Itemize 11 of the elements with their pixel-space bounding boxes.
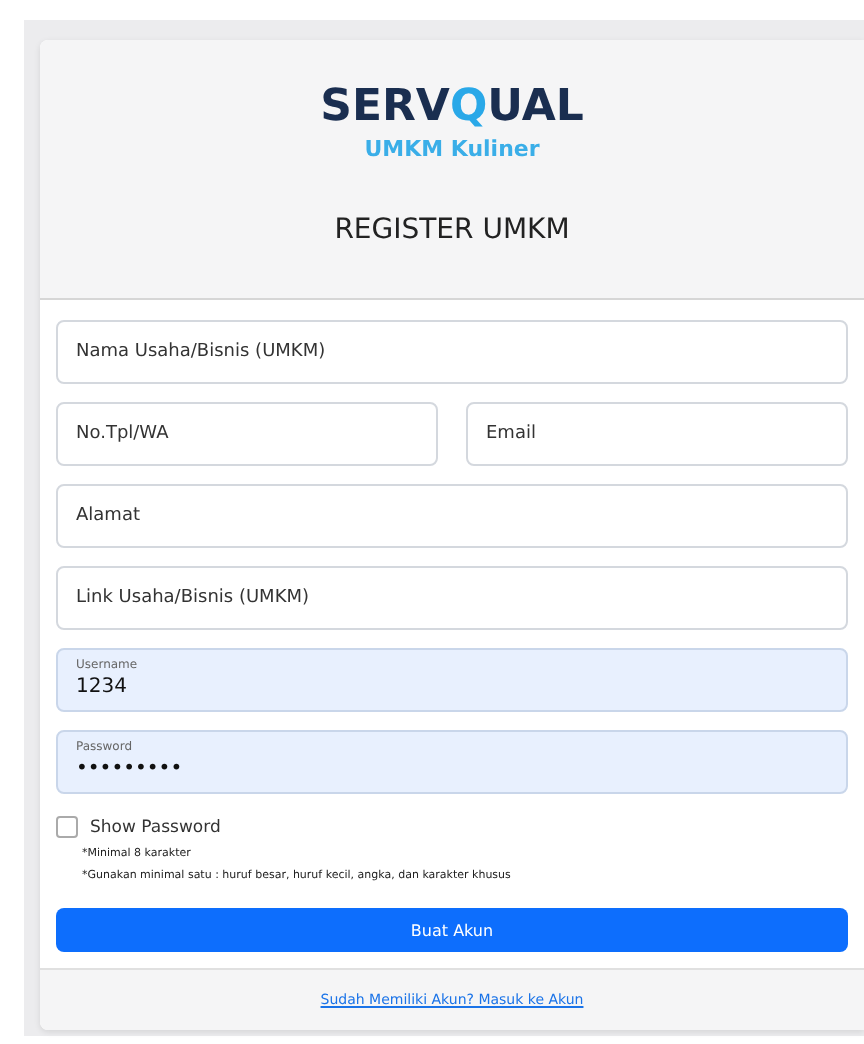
logo-subtitle: UMKM Kuliner: [364, 136, 540, 162]
input-field[interactable]: Email: [466, 402, 848, 466]
checkbox[interactable]: [56, 816, 78, 838]
checkbox-label: Show Password: [90, 817, 221, 837]
form-title: REGISTER UMKM: [334, 214, 570, 246]
input-field[interactable]: Alamat: [56, 484, 848, 548]
logo-wordmark: SERVQUAL: [320, 80, 584, 136]
input-field[interactable]: Nama Usaha/Bisnis (UMKM): [56, 320, 848, 384]
submit-button[interactable]: Buat Akun: [56, 908, 848, 952]
input-field[interactable]: Link Usaha/Bisnis (UMKM): [56, 566, 848, 630]
input-field[interactable]: No.Tpl/WA: [56, 402, 438, 466]
